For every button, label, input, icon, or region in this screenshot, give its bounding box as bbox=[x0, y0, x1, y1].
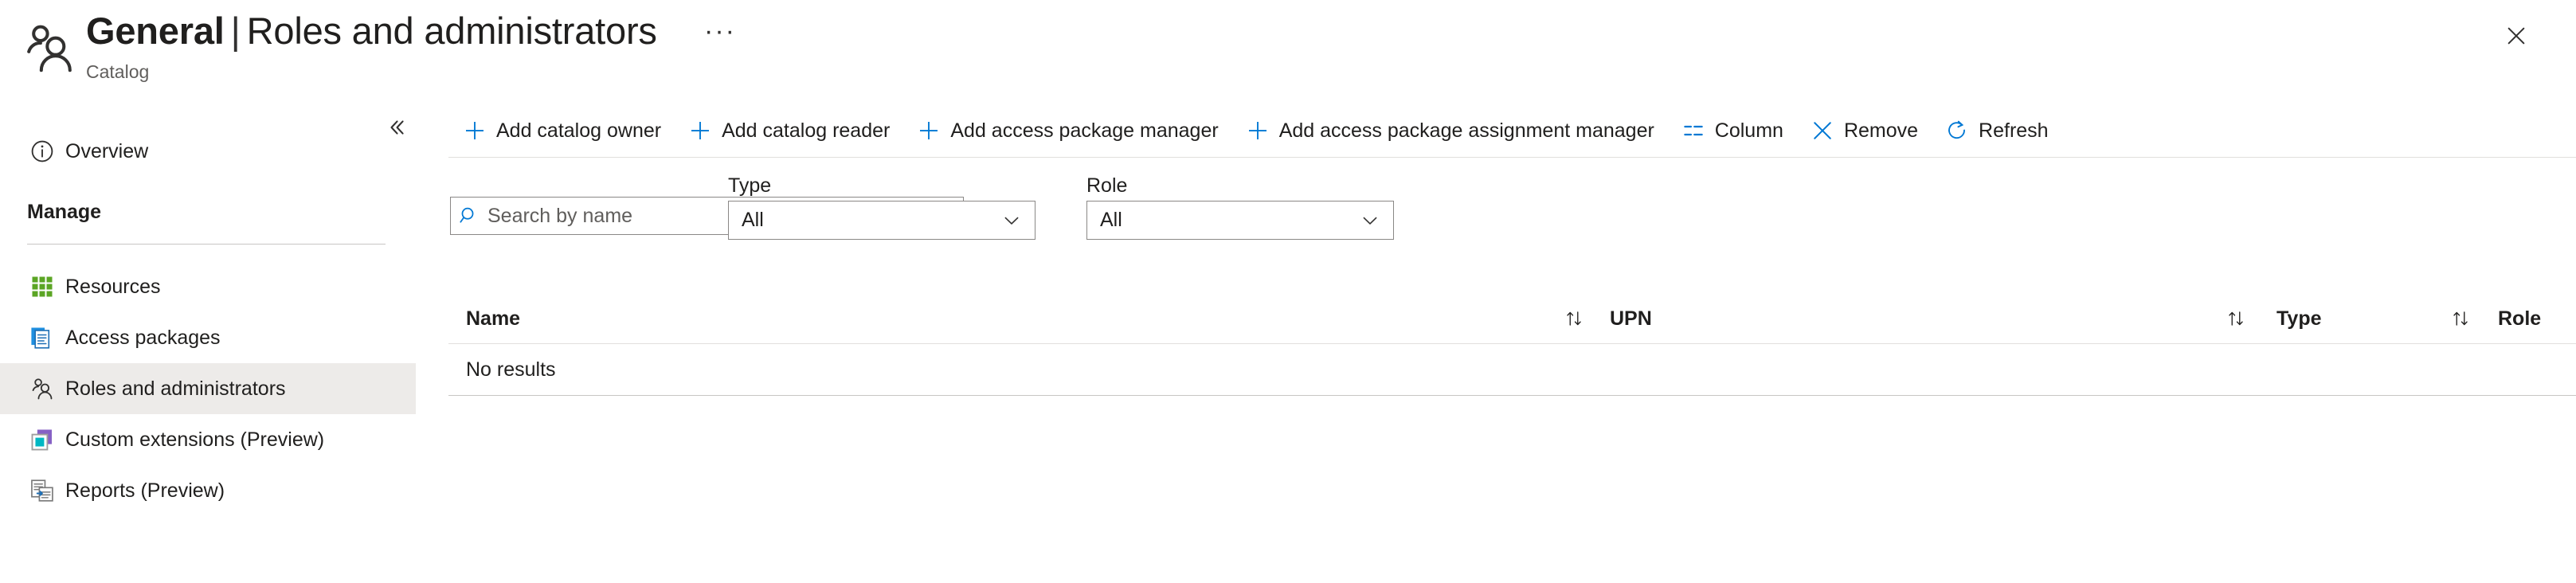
custom-extension-icon bbox=[27, 425, 57, 455]
command-label: Refresh bbox=[1979, 119, 2049, 143]
users-icon bbox=[27, 374, 57, 404]
add-catalog-reader-button[interactable]: Add catalog reader bbox=[674, 108, 902, 153]
sort-icon[interactable] bbox=[1560, 294, 1587, 343]
sidebar-item-label: Reports (Preview) bbox=[65, 479, 225, 503]
command-label: Add catalog owner bbox=[496, 119, 661, 143]
sidebar-item-roles-and-administrators[interactable]: Roles and administrators bbox=[0, 363, 416, 414]
cross-icon bbox=[1809, 117, 1836, 144]
column-icon bbox=[1680, 117, 1707, 144]
sidebar: Overview Manage bbox=[0, 99, 416, 583]
type-filter-label: Type bbox=[728, 174, 771, 198]
page-title: General|Roles and administrators bbox=[86, 8, 657, 54]
chevron-down-icon bbox=[1000, 209, 1024, 233]
sort-icon[interactable] bbox=[2222, 294, 2249, 343]
sidebar-item-label: Custom extensions (Preview) bbox=[65, 428, 324, 452]
refresh-button[interactable]: Refresh bbox=[1931, 108, 2061, 153]
role-filter-dropdown[interactable]: All bbox=[1086, 201, 1394, 240]
azure-portal-blade: General|Roles and administrators Catalog… bbox=[0, 0, 2576, 583]
sidebar-item-label: Access packages bbox=[65, 327, 221, 350]
plus-icon bbox=[687, 117, 714, 144]
info-circle-icon bbox=[27, 136, 57, 166]
role-filter-value: All bbox=[1100, 209, 1122, 232]
refresh-icon bbox=[1944, 117, 1971, 144]
column-button[interactable]: Column bbox=[1667, 108, 1796, 153]
role-filter-label: Role bbox=[1086, 174, 1127, 198]
add-access-package-assignment-manager-button[interactable]: Add access package assignment manager bbox=[1231, 108, 1667, 153]
page-title-secondary: Roles and administrators bbox=[247, 10, 657, 52]
page-subtitle: Catalog bbox=[86, 61, 149, 83]
column-header-name[interactable]: Name bbox=[466, 294, 520, 343]
package-documents-icon bbox=[27, 323, 57, 353]
grid-icon bbox=[27, 272, 57, 302]
chevron-down-icon bbox=[1358, 209, 1382, 233]
sidebar-item-reports[interactable]: Reports (Preview) bbox=[0, 465, 416, 516]
sidebar-item-label: Resources bbox=[65, 276, 161, 299]
type-filter-dropdown[interactable]: All bbox=[728, 201, 1035, 240]
column-label: UPN bbox=[1610, 307, 1652, 331]
column-header-type[interactable]: Type bbox=[2277, 294, 2322, 343]
empty-state-message: No results bbox=[466, 358, 556, 381]
content-area: Add catalog owner Add catalog reader Add… bbox=[448, 99, 2576, 583]
add-access-package-manager-button[interactable]: Add access package manager bbox=[902, 108, 1231, 153]
command-label: Remove bbox=[1844, 119, 1918, 143]
blade-header: General|Roles and administrators Catalog… bbox=[0, 0, 2576, 99]
column-header-role[interactable]: Role bbox=[2498, 294, 2541, 343]
plus-icon bbox=[1244, 117, 1271, 144]
sidebar-item-overview[interactable]: Overview bbox=[0, 126, 416, 177]
reports-icon bbox=[27, 475, 57, 506]
page-title-primary: General bbox=[86, 10, 225, 52]
sidebar-item-access-packages[interactable]: Access packages bbox=[0, 312, 416, 363]
table-header-row: Name UPN T bbox=[448, 294, 2576, 343]
column-label: Role bbox=[2498, 307, 2541, 331]
command-label: Column bbox=[1715, 119, 1783, 143]
plus-icon bbox=[915, 117, 942, 144]
column-header-upn[interactable]: UPN bbox=[1610, 294, 1652, 343]
command-label: Add access package manager bbox=[950, 119, 1218, 143]
column-label: Type bbox=[2277, 307, 2322, 331]
type-filter-value: All bbox=[742, 209, 764, 232]
close-button[interactable] bbox=[2495, 16, 2538, 59]
close-icon bbox=[2504, 23, 2529, 53]
command-label: Add access package assignment manager bbox=[1279, 119, 1654, 143]
remove-button[interactable]: Remove bbox=[1796, 108, 1931, 153]
column-label: Name bbox=[466, 307, 520, 331]
sidebar-item-label: Overview bbox=[65, 140, 148, 163]
sidebar-item-resources[interactable]: Resources bbox=[0, 261, 416, 312]
toolbar-divider bbox=[448, 157, 2576, 158]
add-catalog-owner-button[interactable]: Add catalog owner bbox=[448, 108, 674, 153]
command-bar: Add catalog owner Add catalog reader Add… bbox=[448, 105, 2061, 156]
search-icon bbox=[451, 198, 487, 234]
more-options-button[interactable]: ··· bbox=[699, 18, 741, 59]
sidebar-item-custom-extensions[interactable]: Custom extensions (Preview) bbox=[0, 414, 416, 465]
plus-icon bbox=[461, 117, 488, 144]
table-empty-row: No results bbox=[448, 344, 2576, 395]
users-icon bbox=[21, 19, 78, 76]
table-bottom-divider bbox=[448, 395, 2576, 396]
sort-icon[interactable] bbox=[2447, 294, 2474, 343]
page-title-separator: | bbox=[225, 10, 247, 52]
sidebar-divider bbox=[27, 244, 386, 245]
sidebar-section-manage: Manage bbox=[27, 201, 101, 224]
command-label: Add catalog reader bbox=[722, 119, 890, 143]
sidebar-item-label: Roles and administrators bbox=[65, 378, 286, 401]
